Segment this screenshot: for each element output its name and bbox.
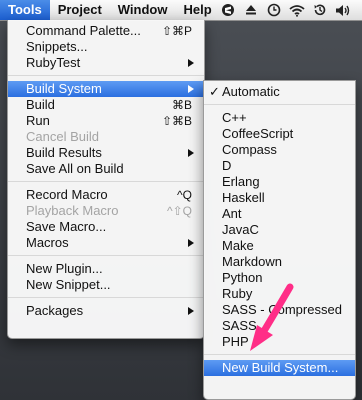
build-system-item[interactable]: Compass [204,142,355,158]
menu-item-label: Snippets... [26,39,88,54]
menu-item-label: Macros [26,235,69,250]
build-system-item[interactable]: Ruby [204,286,355,302]
submenu-arrow-icon [188,85,194,93]
menu-item-rubytest[interactable]: RubyTest [8,55,204,71]
menu-item-automatic[interactable]: ✓ Automatic [204,84,355,100]
menu-bar: Tools Project Window Help [0,0,362,21]
tools-menu: Command Palette... ⇧⌘P Snippets... RubyT… [7,20,205,339]
menu-item-playback-macro: Playback Macro ^⇧Q [8,203,204,219]
status-icons [220,2,362,18]
menu-item-label: Record Macro [26,187,108,202]
menu-item-new-build-system[interactable]: New Build System... [204,360,355,376]
eject-icon[interactable] [243,2,259,18]
menu-item-label: Save All on Build [26,161,124,176]
submenu-arrow-icon [188,149,194,157]
submenu-arrow-icon [188,59,194,67]
volume-icon[interactable] [335,2,351,18]
build-system-item[interactable]: Python [204,270,355,286]
menu-item-label: Automatic [222,84,280,99]
shortcut-label: ⇧⌘P [161,24,192,38]
menu-item-label: Run [26,113,50,128]
menu-item-label: Build Results [26,145,102,160]
menu-separator [8,255,204,256]
build-system-item[interactable]: JavaC [204,222,355,238]
wifi-icon[interactable] [289,2,305,18]
build-system-item[interactable]: Haskell [204,190,355,206]
menu-item-cancel-build: Cancel Build [8,129,204,145]
menu-item-label: New Snippet... [26,277,111,292]
build-system-item[interactable]: SASS - Compressed [204,302,355,318]
submenu-arrow-icon [188,239,194,247]
sublime-icon[interactable] [220,2,236,18]
menu-item-build[interactable]: Build ⌘B [8,97,204,113]
menubar-window[interactable]: Window [110,0,176,20]
menu-item-save-macro[interactable]: Save Macro... [8,219,204,235]
menu-item-run[interactable]: Run ⇧⌘B [8,113,204,129]
check-icon: ✓ [209,84,220,99]
menu-item-label: Save Macro... [26,219,107,234]
build-system-item[interactable]: C++ [204,110,355,126]
build-system-item[interactable]: Make [204,238,355,254]
menubar-project[interactable]: Project [50,0,110,20]
menu-item-label: Build [26,97,55,112]
menu-separator [204,354,355,355]
menubar-tools[interactable]: Tools [0,0,50,20]
menu-item-label: New Plugin... [26,261,103,276]
menu-item-save-all-on-build[interactable]: Save All on Build [8,161,204,177]
menu-item-packages[interactable]: Packages [8,303,204,319]
menu-separator [8,181,204,182]
menu-item-label: Build System [26,81,102,96]
menu-separator [204,104,355,105]
shortcut-label: ⌘B [171,98,192,112]
menu-item-label: Cancel Build [26,129,99,144]
menu-item-label: Command Palette... [26,23,141,38]
time-machine-icon[interactable] [312,2,328,18]
menu-item-command-palette[interactable]: Command Palette... ⇧⌘P [8,23,204,39]
menu-item-macros[interactable]: Macros [8,235,204,251]
build-system-item[interactable]: CoffeeScript [204,126,355,142]
shortcut-label: ⇧⌘B [161,114,192,128]
menu-item-snippets[interactable]: Snippets... [8,39,204,55]
menu-item-label: RubyTest [26,55,81,70]
build-system-item[interactable]: Ant [204,206,355,222]
menu-item-label: Packages [26,303,84,318]
build-system-item[interactable]: D [204,158,355,174]
menu-item-new-plugin[interactable]: New Plugin... [8,261,204,277]
menu-item-build-system[interactable]: Build System [8,81,204,97]
build-system-item[interactable]: Erlang [204,174,355,190]
menu-separator [8,75,204,76]
menu-item-label: Playback Macro [26,203,119,218]
menu-item-build-results[interactable]: Build Results [8,145,204,161]
submenu-arrow-icon [188,307,194,315]
menubar-help[interactable]: Help [175,0,219,20]
build-system-submenu: ✓ Automatic C++ CoffeeScript Compass D E… [203,80,356,400]
shortcut-label: ^⇧Q [166,204,192,218]
bluetooth-icon[interactable] [358,2,362,18]
build-system-item[interactable]: Markdown [204,254,355,270]
clock-icon[interactable] [266,2,282,18]
shortcut-label: ^Q [177,188,192,202]
build-system-item[interactable]: PHP [204,334,355,350]
menu-item-new-snippet[interactable]: New Snippet... [8,277,204,293]
menu-separator [8,297,204,298]
menu-item-record-macro[interactable]: Record Macro ^Q [8,187,204,203]
build-system-item[interactable]: SASS [204,318,355,334]
